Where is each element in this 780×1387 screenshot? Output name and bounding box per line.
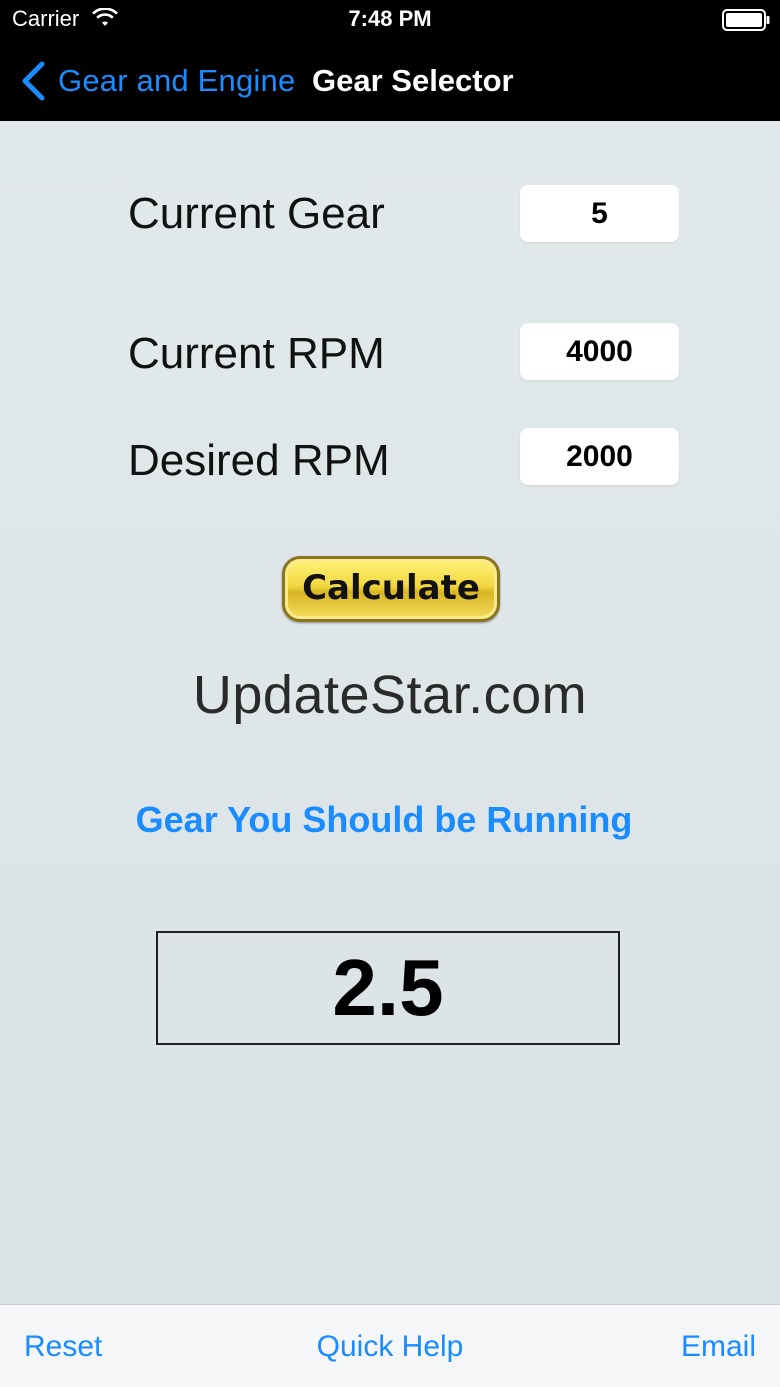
page-title: Gear Selector xyxy=(312,63,514,98)
back-button[interactable]: Gear and Engine xyxy=(20,40,295,121)
quick-help-container: Quick Help xyxy=(0,1305,780,1387)
screen: Carrier 7:48 PM Gear and Engine Gear Sel… xyxy=(0,0,780,1387)
back-button-label: Gear and Engine xyxy=(58,62,296,98)
desired-rpm-field[interactable]: 2000 xyxy=(520,428,679,485)
header: Carrier 7:48 PM Gear and Engine Gear Sel… xyxy=(0,0,780,121)
bottom-toolbar: Reset Quick Help Email xyxy=(0,1304,780,1387)
status-bar: Carrier 7:48 PM xyxy=(0,0,780,40)
current-gear-field[interactable]: 5 xyxy=(520,185,679,242)
current-rpm-field[interactable]: 4000 xyxy=(520,323,679,380)
nav-bar: Gear and Engine Gear Selector xyxy=(0,40,780,121)
current-gear-label: Current Gear xyxy=(128,189,385,238)
email-button[interactable]: Email xyxy=(681,1305,756,1387)
quick-help-button[interactable]: Quick Help xyxy=(317,1330,464,1363)
battery-icon xyxy=(722,9,770,31)
result-heading: Gear You Should be Running xyxy=(135,799,633,840)
current-rpm-label: Current RPM xyxy=(128,329,385,378)
chevron-left-icon xyxy=(22,61,45,100)
main-content: Current Gear 5 Current RPM 4000 Desired … xyxy=(0,121,780,1304)
status-time: 7:48 PM xyxy=(348,6,432,31)
calculate-button[interactable]: Calculate xyxy=(282,556,500,622)
brand-text: UpdateStar.com xyxy=(192,665,588,725)
desired-rpm-label: Desired RPM xyxy=(128,436,390,485)
result-value: 2.5 xyxy=(156,931,620,1045)
reset-button[interactable]: Reset xyxy=(24,1305,102,1387)
